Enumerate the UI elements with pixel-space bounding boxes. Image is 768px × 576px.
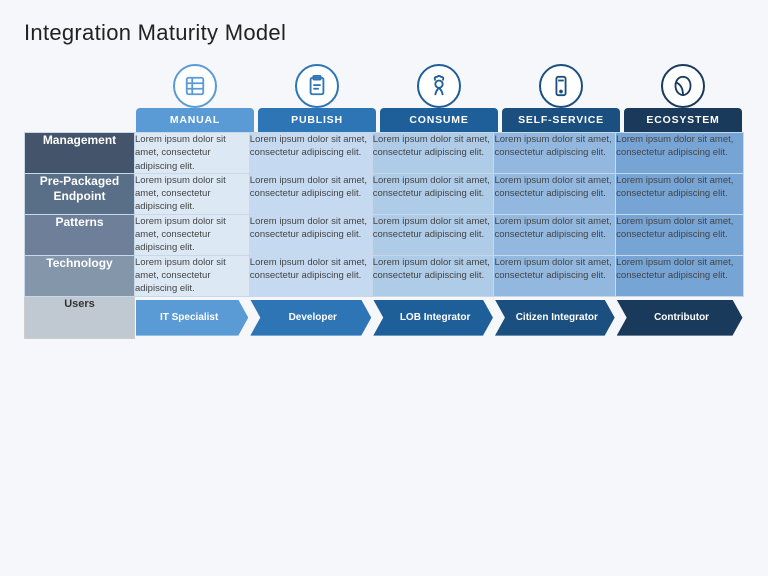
cell-management-4: Lorem ipsum dolor sit amet, consectetur … <box>616 133 744 174</box>
row-label-management: Management <box>25 133 135 174</box>
row-management: ManagementLorem ipsum dolor sit amet, co… <box>25 133 744 174</box>
cell-technology-2: Lorem ipsum dolor sit amet, consectetur … <box>372 255 494 296</box>
cell-patterns-4: Lorem ipsum dolor sit amet, consectetur … <box>616 214 744 255</box>
arrow-label-4: Contributor <box>617 300 743 336</box>
cell-prepackaged-4: Lorem ipsum dolor sit amet, consectetur … <box>616 173 744 214</box>
col-label-publish: PUBLISH <box>258 108 376 132</box>
page-title: Integration Maturity Model <box>24 20 744 46</box>
row-label-technology: Technology <box>25 255 135 296</box>
row-prepackaged: Pre-Packaged EndpointLorem ipsum dolor s… <box>25 173 744 214</box>
arrow-label-3: Citizen Integrator <box>495 300 615 336</box>
row-technology: TechnologyLorem ipsum dolor sit amet, co… <box>25 255 744 296</box>
clipboard-icon <box>295 64 339 108</box>
arrow-label-1: Developer <box>250 300 371 336</box>
book-icon <box>173 64 217 108</box>
cell-management-3: Lorem ipsum dolor sit amet, consectetur … <box>494 133 616 174</box>
grid-container: MANUAL PUBLISH CONSUME SELF-SERVICE ECOS… <box>24 64 744 339</box>
cell-prepackaged-1: Lorem ipsum dolor sit amet, consectetur … <box>249 173 372 214</box>
arrow-label-0: IT Specialist <box>136 300 248 336</box>
cell-management-0: Lorem ipsum dolor sit amet, consectetur … <box>135 133 250 174</box>
cell-technology-0: Lorem ipsum dolor sit amet, consectetur … <box>135 255 250 296</box>
cell-patterns-2: Lorem ipsum dolor sit amet, consectetur … <box>372 214 494 255</box>
headers-flex: MANUAL PUBLISH CONSUME SELF-SERVICE ECOS… <box>134 64 744 132</box>
col-header-selfservice: SELF-SERVICE <box>500 64 622 132</box>
phone-icon <box>539 64 583 108</box>
row-label-users: Users <box>25 296 135 339</box>
users-item-0: IT Specialist <box>135 296 250 339</box>
cell-prepackaged-3: Lorem ipsum dolor sit amet, consectetur … <box>494 173 616 214</box>
cell-management-2: Lorem ipsum dolor sit amet, consectetur … <box>372 133 494 174</box>
cell-management-1: Lorem ipsum dolor sit amet, consectetur … <box>249 133 372 174</box>
cell-patterns-1: Lorem ipsum dolor sit amet, consectetur … <box>249 214 372 255</box>
col-label-ecosystem: ECOSYSTEM <box>624 108 742 132</box>
col-label-selfservice: SELF-SERVICE <box>502 108 620 132</box>
row-label-patterns: Patterns <box>25 214 135 255</box>
cell-patterns-0: Lorem ipsum dolor sit amet, consectetur … <box>135 214 250 255</box>
row-users: UsersIT SpecialistDeveloperLOB Integrato… <box>25 296 744 339</box>
leaf-icon <box>661 64 705 108</box>
brain-icon <box>417 64 461 108</box>
row-label-prepackaged: Pre-Packaged Endpoint <box>25 173 135 214</box>
users-item-4: Contributor <box>616 296 744 339</box>
col-header-ecosystem: ECOSYSTEM <box>622 64 744 132</box>
cell-patterns-3: Lorem ipsum dolor sit amet, consectetur … <box>494 214 616 255</box>
col-header-manual: MANUAL <box>134 64 256 132</box>
col-label-manual: MANUAL <box>136 108 254 132</box>
row-patterns: PatternsLorem ipsum dolor sit amet, cons… <box>25 214 744 255</box>
cell-technology-3: Lorem ipsum dolor sit amet, consectetur … <box>494 255 616 296</box>
arrow-label-2: LOB Integrator <box>373 300 493 336</box>
users-item-3: Citizen Integrator <box>494 296 616 339</box>
col-header-consume: CONSUME <box>378 64 500 132</box>
col-label-consume: CONSUME <box>380 108 498 132</box>
cell-prepackaged-0: Lorem ipsum dolor sit amet, consectetur … <box>135 173 250 214</box>
users-item-1: Developer <box>249 296 372 339</box>
header-area: MANUAL PUBLISH CONSUME SELF-SERVICE ECOS… <box>24 64 744 132</box>
cell-technology-4: Lorem ipsum dolor sit amet, consectetur … <box>616 255 744 296</box>
data-table: ManagementLorem ipsum dolor sit amet, co… <box>24 132 744 339</box>
col-header-publish: PUBLISH <box>256 64 378 132</box>
users-item-2: LOB Integrator <box>372 296 494 339</box>
cell-technology-1: Lorem ipsum dolor sit amet, consectetur … <box>249 255 372 296</box>
cell-prepackaged-2: Lorem ipsum dolor sit amet, consectetur … <box>372 173 494 214</box>
